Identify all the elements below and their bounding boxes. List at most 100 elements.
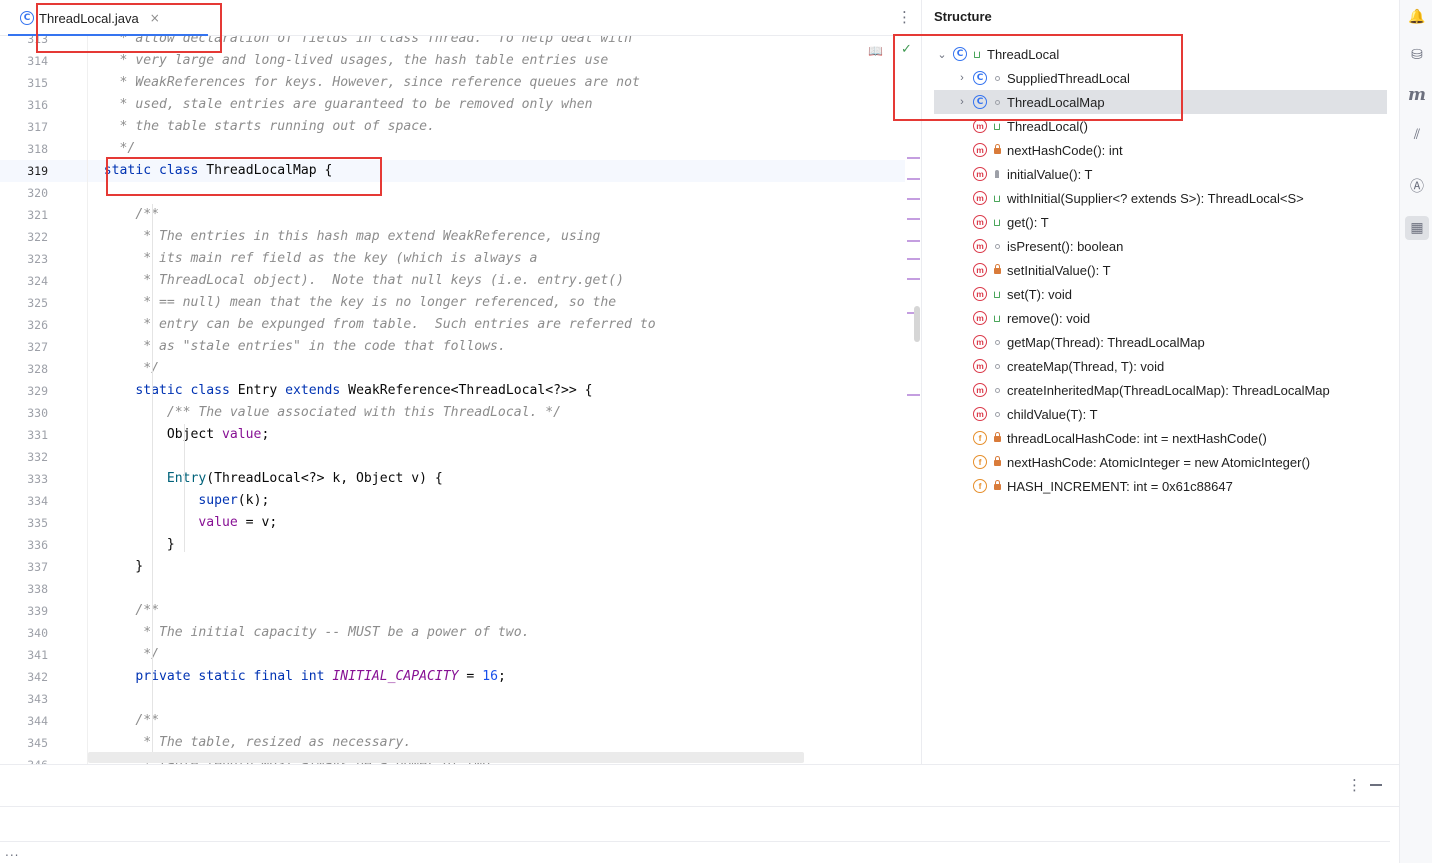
scrollbar-marker [907, 394, 920, 396]
code-line[interactable]: * ThreadLocal object). Note that null ke… [88, 270, 624, 292]
code-line[interactable]: * The entries in this hash map extend We… [88, 226, 600, 248]
code-line[interactable]: */ [88, 644, 159, 666]
method-icon: m [973, 167, 987, 181]
structure-item[interactable]: m initialValue(): T [956, 162, 1093, 186]
vertical-scrollbar[interactable] [914, 306, 920, 342]
class-icon: C [973, 95, 987, 109]
public-visibility-icon [992, 314, 1002, 322]
structure-item[interactable]: m withInitial(Supplier<? extends S>): Thr… [956, 186, 1304, 210]
method-icon: m [973, 263, 987, 277]
inspection-ok-icon[interactable]: ✓ [901, 42, 912, 57]
more-options-icon[interactable]: ⋮ [897, 10, 912, 25]
structure-item-label: HASH_INCREMENT: int = 0x61c88647 [1007, 478, 1233, 494]
code-line[interactable]: * as "stale entries" in the code that fo… [88, 336, 506, 358]
code-line[interactable]: static class Entry extends WeakReference… [88, 380, 592, 402]
structure-item[interactable]: ⌄ C ThreadLocal [936, 42, 1059, 66]
method-icon: m [973, 191, 987, 205]
line-number: 334 [27, 494, 48, 508]
code-line[interactable]: } [88, 556, 143, 578]
code-line[interactable]: static class ThreadLocalMap { [88, 160, 333, 182]
line-number: 345 [27, 736, 48, 750]
structure-item-label: childValue(T): T [1007, 406, 1098, 422]
code-line[interactable]: Object value; [88, 424, 270, 446]
code-line[interactable]: * its main ref field as the key (which i… [88, 248, 537, 270]
structure-item[interactable]: › C ThreadLocalMap [934, 90, 1387, 114]
code-line[interactable]: * the table starts running out of space. [88, 116, 435, 138]
structure-item[interactable]: m childValue(T): T [956, 402, 1098, 426]
code-line[interactable]: * The initial capacity -- MUST be a powe… [88, 622, 529, 644]
package-visibility-icon [992, 363, 1002, 369]
class-icon: C [973, 71, 987, 85]
method-icon: m [973, 383, 987, 397]
code-line[interactable]: private static final int INITIAL_CAPACIT… [88, 666, 506, 688]
structure-item[interactable]: m nextHashCode(): int [956, 138, 1123, 162]
ai-assistant-icon[interactable]: Ⓐ [1408, 178, 1426, 196]
chevron-down-icon[interactable]: ⌄ [936, 48, 948, 61]
structure-item[interactable]: f nextHashCode: AtomicInteger = new Atomi… [956, 450, 1310, 474]
scrollbar-marker [907, 218, 920, 220]
code-line[interactable]: } [88, 534, 175, 556]
line-number: 339 [27, 604, 48, 618]
code-line[interactable]: super(k); [88, 490, 269, 512]
more-options-icon[interactable]: ⋮ [1347, 778, 1362, 793]
line-number: 319 [27, 164, 48, 178]
divider [0, 841, 1390, 842]
indent-guide [184, 424, 185, 552]
code-line[interactable]: /** [88, 710, 159, 732]
code-line[interactable]: value = v; [88, 512, 277, 534]
horizontal-scrollbar[interactable] [88, 752, 804, 763]
package-visibility-icon [992, 387, 1002, 393]
line-number: 331 [27, 428, 48, 442]
database-icon[interactable]: ⛁ [1408, 46, 1426, 64]
tab-label: ThreadLocal.java [39, 10, 139, 26]
code-line[interactable]: /** The value associated with this Threa… [88, 402, 561, 424]
structure-item[interactable]: › C SuppliedThreadLocal [956, 66, 1130, 90]
code-line[interactable]: * WeakReferences for keys. However, sinc… [88, 72, 640, 94]
minimize-icon[interactable] [1370, 777, 1382, 791]
code-line[interactable]: * very large and long-lived usages, the … [88, 50, 609, 72]
structure-item[interactable]: m isPresent(): boolean [956, 234, 1123, 258]
structure-item[interactable]: f HASH_INCREMENT: int = 0x61c88647 [956, 474, 1233, 498]
code-line[interactable]: * == null) mean that the key is no longe… [88, 292, 616, 314]
code-line[interactable]: */ [88, 358, 159, 380]
code-line[interactable]: * entry can be expunged from table. Such… [88, 314, 655, 336]
structure-item-label: isPresent(): boolean [1007, 238, 1124, 254]
profiler-icon[interactable]: ⫽ [1408, 126, 1426, 144]
public-visibility-icon [992, 194, 1002, 202]
scrollbar-marker [907, 240, 920, 242]
package-visibility-icon [992, 75, 1002, 81]
structure-item[interactable]: m ThreadLocal() [956, 114, 1088, 138]
private-visibility-icon [992, 432, 1002, 442]
code-line[interactable]: * used, stale entries are guaranteed to … [88, 94, 593, 116]
code-line[interactable]: Entry(ThreadLocal<?> k, Object v) { [88, 468, 443, 490]
package-visibility-icon [992, 411, 1002, 417]
structure-item[interactable]: m get(): T [956, 210, 1049, 234]
structure-item[interactable]: m createMap(Thread, T): void [956, 354, 1164, 378]
code-line[interactable]: /** [88, 204, 159, 226]
structure-item[interactable]: f threadLocalHashCode: int = nextHashCode… [956, 426, 1267, 450]
reader-mode-icon[interactable]: 📖 [868, 44, 883, 58]
chevron-right-icon[interactable]: › [956, 96, 968, 108]
chevron-right-icon[interactable]: › [956, 72, 968, 84]
close-icon[interactable]: × [150, 11, 160, 25]
notifications-icon[interactable]: 🔔 [1408, 8, 1426, 26]
maven-icon[interactable]: m [1408, 86, 1426, 104]
code-editor[interactable]: 313 314 315 316 317 318 319 320 321 322 323 324 325 3… [0, 0, 922, 764]
line-number: 321 [27, 208, 48, 222]
code-line[interactable]: /** [88, 600, 159, 622]
structure-icon[interactable]: ▦ [1405, 216, 1429, 240]
structure-item[interactable]: m setInitialValue(): T [956, 258, 1111, 282]
structure-item[interactable]: m getMap(Thread): ThreadLocalMap [956, 330, 1205, 354]
method-icon: m [973, 143, 987, 157]
code-line[interactable]: * The table, resized as necessary. [88, 732, 411, 754]
line-number: 333 [27, 472, 48, 486]
structure-item[interactable]: m set(T): void [956, 282, 1072, 306]
line-number: 332 [27, 450, 48, 464]
structure-item[interactable]: m remove(): void [956, 306, 1090, 330]
tab-threadlocal-java[interactable]: C ThreadLocal.java × [18, 0, 162, 36]
more-ellipsis[interactable]: ... [5, 845, 19, 859]
line-number: 329 [27, 384, 48, 398]
line-number: 346 [18, 754, 48, 764]
structure-item[interactable]: m createInheritedMap(ThreadLocalMap): Thr… [956, 378, 1330, 402]
code-line[interactable]: */ [88, 138, 136, 160]
